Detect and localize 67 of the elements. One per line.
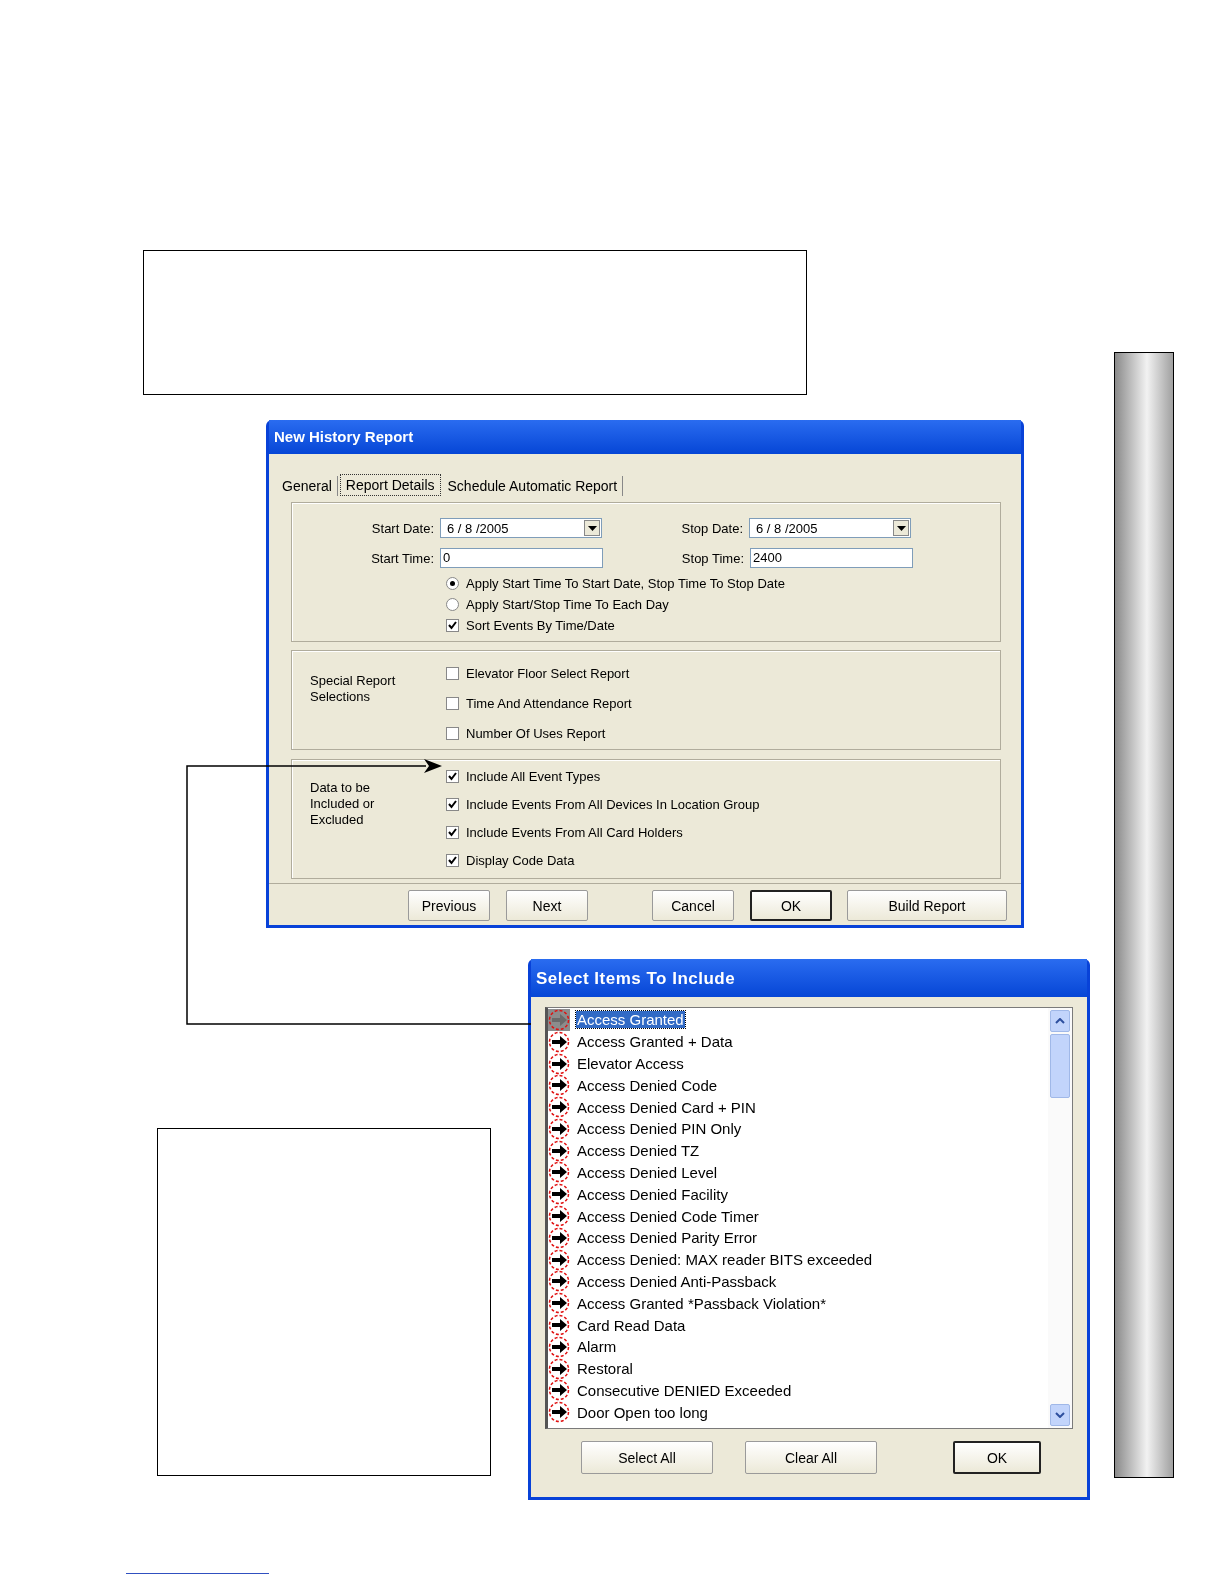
list-item[interactable]: Door Open too long [576,1403,709,1421]
list-item[interactable]: Access Denied Code Timer [576,1207,760,1225]
list-item[interactable]: Consecutive DENIED Exceeded [576,1381,793,1399]
option-label: Apply Start/Stop Time To Each Day [466,597,669,612]
checkbox[interactable] [446,697,459,710]
date-dropdown[interactable]: 6 / 8 /2005 [749,518,911,538]
option-label: Sort Events By Time/Date [466,618,615,633]
no-entry-arrow-icon [548,1008,570,1031]
group-label: Special Report Selections [309,672,397,706]
list-item[interactable]: Access Denied TZ [576,1142,701,1160]
option-label: Include All Event Types [466,769,601,784]
list-item[interactable]: Access Denied Code [576,1076,719,1094]
option-label: Include Events From All Devices In Location Group [466,797,760,812]
time-field[interactable]: 2400 [750,548,913,568]
list-item[interactable]: Card Read Data [576,1316,687,1334]
window-title: New History Report [269,420,1021,454]
field-label: Start Time: [370,550,435,566]
dialog-button[interactable]: Select All [581,1441,713,1474]
checkbox[interactable] [446,667,459,680]
date-dropdown[interactable]: 6 / 8 /2005 [440,518,602,538]
field-label: Stop Date: [680,520,744,536]
radio-button[interactable] [446,598,459,611]
field-label: Start Date: [370,520,435,536]
checkbox[interactable] [446,798,459,811]
list-item[interactable]: Restoral [576,1360,634,1378]
list-item[interactable]: Access Denied Card + PIN [576,1098,757,1116]
dialog-button[interactable]: OK [750,890,832,921]
list-item[interactable]: Access Denied: MAX reader BITS exceeded [576,1251,874,1269]
dialog-button[interactable]: Clear All [745,1441,877,1474]
option-label: Elevator Floor Select Report [466,666,630,681]
list-item[interactable]: Access Granted + Data [576,1033,734,1051]
option-label: Apply Start Time To Start Date, Stop Time To Stop Date [466,576,785,591]
option-label: Number Of Uses Report [466,726,606,741]
window-title: Select Items To Include [531,959,1087,997]
scroll-thumb[interactable] [1050,1034,1070,1098]
time-field[interactable]: 0 [440,548,603,568]
scrollbar[interactable] [1048,1008,1072,1428]
dialog-button[interactable]: Previous [408,890,490,921]
list-item[interactable]: Elevator Access [576,1055,685,1072]
list-item[interactable]: Access Denied Parity Error [576,1229,759,1247]
list-item[interactable]: Access Granted *Passback Violation* [576,1294,828,1312]
list-item[interactable]: Access Denied Level [576,1163,719,1181]
tab[interactable]: General [277,476,338,496]
field-label: Stop Time: [680,550,745,566]
option-label: Display Code Data [466,853,575,868]
option-label: Time And Attendance Report [466,696,632,711]
list-item[interactable]: Access Denied Anti-Passback [576,1272,778,1290]
group-label: Data to be Included or Excluded [309,779,376,829]
list-item[interactable]: Access Denied Facility [576,1185,729,1203]
dialog-button[interactable]: OK [953,1441,1041,1474]
checkbox[interactable] [446,619,459,632]
tab[interactable]: Report Details [339,474,441,496]
checkbox[interactable] [446,770,459,783]
checkbox[interactable] [446,854,459,867]
list-item[interactable]: Alarm [576,1338,618,1356]
list-item[interactable]: Access Granted [576,1011,685,1029]
dialog-button[interactable]: Cancel [652,890,734,921]
checkbox[interactable] [446,826,459,839]
option-label: Include Events From All Card Holders [466,825,683,840]
dialog-button[interactable]: Build Report [847,890,1007,921]
scroll-up-icon[interactable] [1050,1010,1070,1032]
radio-button[interactable] [446,577,459,590]
tab[interactable]: Schedule Automatic Report [442,476,624,496]
list-item[interactable]: Access Denied PIN Only [576,1120,743,1138]
dialog-button[interactable]: Next [506,890,588,921]
scroll-down-icon[interactable] [1050,1404,1070,1426]
checkbox[interactable] [446,727,459,740]
